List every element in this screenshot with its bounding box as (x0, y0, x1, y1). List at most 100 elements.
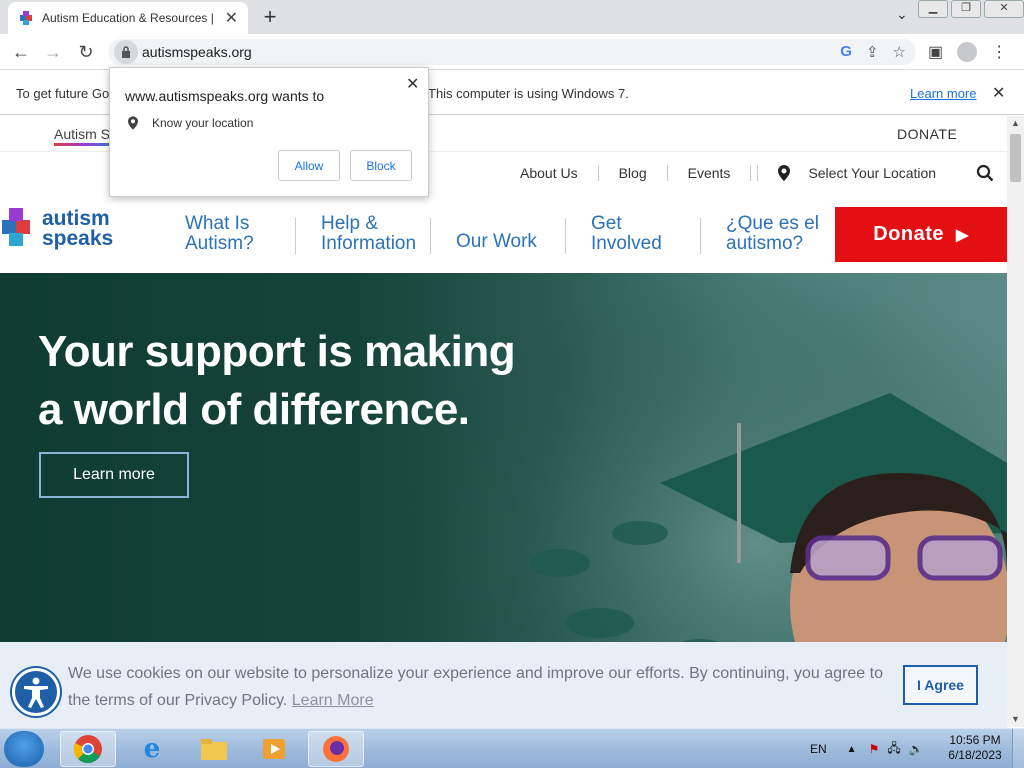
taskbar-firefox[interactable] (308, 731, 364, 767)
nav-about-us[interactable]: About Us (500, 165, 599, 181)
nav-label-line2: Information (321, 233, 417, 254)
tab-title: Autism Education & Resources | (42, 11, 214, 25)
nav-label-line1: Get (591, 213, 622, 234)
minimize-button[interactable]: ▁ (918, 0, 948, 18)
volume-icon[interactable]: 🔈 (909, 742, 924, 756)
cookie-text: We use cookies on our website to persona… (68, 660, 898, 714)
nav-help-information[interactable]: Help & Information (321, 214, 416, 254)
firefox-icon (323, 736, 349, 762)
cookie-banner: We use cookies on our website to persona… (0, 642, 1007, 728)
browser-tab-strip: Autism Education & Resources | ✕ + ⌄ ▁ ❐… (0, 0, 1024, 34)
system-tray: EN ▲ ⚑ 🖧 🔈 (810, 729, 924, 768)
tray-expand-icon[interactable]: ▲ (847, 744, 857, 755)
browser-toolbar: ← → ↻ autismspeaks.org G ⇪ ☆ ▣ ⋮ (0, 34, 1024, 70)
brand-tab[interactable]: Autism S (54, 126, 110, 142)
chrome-icon (73, 735, 102, 764)
tab-close-icon[interactable]: ✕ (225, 8, 238, 28)
browser-tab[interactable]: Autism Education & Resources | ✕ (8, 2, 248, 34)
popup-close-icon[interactable]: ✕ (406, 74, 419, 94)
nav-get-involved[interactable]: Get Involved (591, 214, 662, 254)
donate-button-label: Donate (873, 223, 944, 245)
address-bar[interactable]: autismspeaks.org G ⇪ ☆ (108, 39, 916, 65)
new-tab-button[interactable]: + (258, 4, 282, 30)
map-pin-icon (778, 165, 791, 181)
folder-icon (201, 739, 227, 760)
google-lens-icon[interactable]: G (840, 43, 852, 61)
bookmark-star-icon[interactable]: ☆ (893, 43, 906, 61)
nav-que-es-el-autismo[interactable]: ¿Que es el autismo? (726, 214, 819, 254)
taskbar-explorer[interactable] (186, 731, 242, 767)
show-desktop-button[interactable] (1012, 729, 1024, 768)
main-nav: autism speaks What Is Autism? Help & Inf… (0, 206, 1007, 272)
window-controls: ▁ ❐ ✕ (915, 0, 1024, 18)
hero-learn-more-button[interactable]: Learn more (39, 452, 189, 498)
system-clock[interactable]: 10:56 PM 6/18/2023 (940, 733, 1010, 763)
nav-label-line1: Help & (321, 213, 379, 234)
infobar-message-end: This computer is using Windows 7. (428, 86, 629, 101)
nav-blog[interactable]: Blog (599, 165, 668, 181)
reload-icon[interactable]: ↻ (75, 42, 97, 63)
profile-avatar-icon[interactable] (957, 42, 978, 62)
webpage: Autism S DONATE About Us Blog Events Sel… (0, 116, 1007, 727)
logo-word-autism: autism (42, 207, 110, 230)
top-donate-link[interactable]: DONATE (897, 126, 957, 142)
side-panel-icon[interactable]: ▣ (928, 42, 943, 62)
donate-button[interactable]: Donate ▶ (835, 207, 1007, 262)
internet-explorer-icon: e (143, 734, 161, 764)
action-center-icon[interactable]: ⚑ (869, 742, 880, 756)
cookie-learn-more-link[interactable]: Learn More (292, 692, 374, 709)
allow-button[interactable]: Allow (278, 150, 340, 181)
url-text[interactable]: autismspeaks.org (142, 44, 840, 60)
puzzle-favicon-icon (20, 11, 32, 25)
cookie-agree-button[interactable]: I Agree (903, 665, 978, 705)
nav-label-line2: autismo? (726, 233, 804, 254)
nav-what-is-autism[interactable]: What Is Autism? (185, 214, 254, 254)
hero-headline-line2: a world of difference. (38, 385, 470, 434)
share-icon[interactable]: ⇪ (866, 43, 879, 61)
menu-dots-icon[interactable]: ⋮ (991, 42, 1007, 62)
infobar-close-icon[interactable]: ✕ (992, 83, 1005, 103)
restore-button[interactable]: ❐ (951, 0, 981, 18)
scroll-down-icon[interactable]: ▼ (1011, 714, 1020, 724)
brand-tab-underline (54, 143, 114, 146)
autism-speaks-logo[interactable]: autism speaks (0, 206, 113, 252)
nav-divider (700, 218, 701, 254)
nav-label-line1: Our Work (456, 231, 537, 252)
search-icon[interactable] (976, 164, 994, 182)
taskbar-media-player[interactable] (246, 731, 302, 767)
infobar-learn-more-link[interactable]: Learn more (910, 86, 976, 101)
taskbar-chrome[interactable] (60, 731, 116, 767)
permission-label: Know your location (152, 116, 254, 130)
nav-label-line1: ¿Que es el (726, 213, 819, 234)
logo-word-speaks: speaks (42, 227, 114, 250)
page-scrollbar[interactable]: ▲ ▼ (1007, 116, 1024, 727)
nav-divider (565, 218, 566, 254)
forward-icon[interactable]: → (42, 42, 64, 63)
accessibility-icon[interactable] (12, 668, 60, 716)
infobar-message-start: To get future Go (16, 86, 110, 101)
scrollbar-thumb[interactable] (1010, 134, 1021, 182)
location-selector[interactable]: Select Your Location (757, 165, 936, 181)
lock-icon[interactable] (114, 40, 138, 64)
back-icon[interactable]: ← (10, 42, 32, 63)
popup-title: www.autismspeaks.org wants to (125, 88, 325, 104)
hero-headline-line1: Your support is making (38, 327, 516, 376)
start-button-icon[interactable] (4, 731, 44, 767)
nav-label-line2: Involved (591, 233, 662, 254)
block-button[interactable]: Block (350, 150, 412, 181)
taskbar-internet-explorer[interactable]: e (124, 731, 180, 767)
nav-our-work[interactable]: Our Work (456, 232, 537, 252)
location-label: Select Your Location (808, 165, 937, 181)
clock-time: 10:56 PM (949, 733, 1001, 747)
nav-events[interactable]: Events (668, 165, 752, 181)
language-indicator[interactable]: EN (810, 742, 827, 756)
network-icon[interactable]: 🖧 (887, 739, 900, 760)
scroll-up-icon[interactable]: ▲ (1011, 118, 1020, 128)
location-permission-popup: www.autismspeaks.org wants to ✕ Know you… (109, 67, 429, 197)
nav-label-line1: What Is (185, 213, 250, 234)
puzzle-logo-icon (2, 208, 30, 246)
window-close-button[interactable]: ✕ (984, 0, 1024, 18)
nav-label-line2: Autism? (185, 233, 254, 254)
chevron-right-icon: ▶ (955, 226, 969, 244)
tab-search-icon[interactable]: ⌄ (896, 6, 908, 23)
